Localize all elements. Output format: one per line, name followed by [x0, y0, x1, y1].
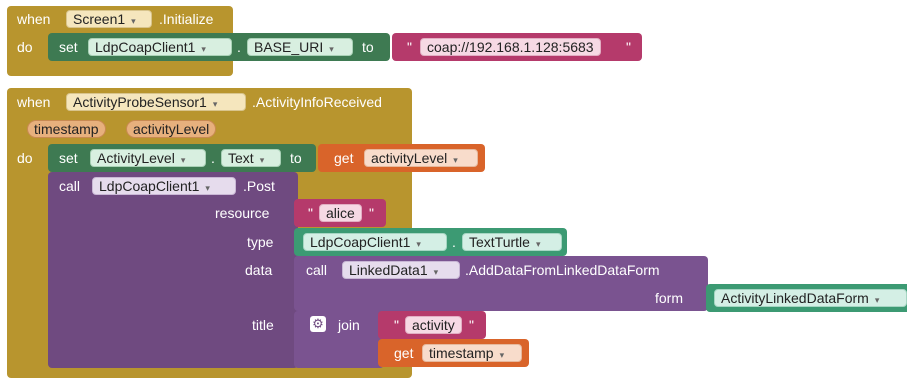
dot-label: .	[237, 39, 241, 55]
activitylinkeddataform-dropdown[interactable]: ActivityLinkedDataForm ▾	[714, 289, 907, 307]
chevron-down-icon: ▾	[212, 99, 218, 109]
linkeddata1-dropdown[interactable]: LinkedData1 ▾	[342, 261, 460, 279]
base-uri-dropdown[interactable]: BASE_URI ▾	[247, 38, 353, 56]
textturtle-label: TextTurtle	[469, 234, 530, 250]
chevron-down-icon: ▾	[329, 44, 334, 54]
title-quote-open: "	[394, 317, 399, 333]
chevron-down-icon: ▾	[131, 16, 136, 26]
screen1-label: Screen1	[73, 11, 126, 27]
param-timestamp[interactable]: timestamp	[27, 120, 106, 138]
activitylinkeddataform-label: ActivityLinkedDataForm	[721, 290, 869, 306]
chevron-down-icon: ▾	[205, 183, 210, 193]
arg-data-label: data	[245, 262, 273, 278]
get-keyword: get	[334, 150, 354, 166]
ldpcoapclient1-call-label: LdpCoapClient1	[99, 178, 200, 194]
linkeddata1-label: LinkedData1	[349, 262, 428, 278]
dot-label-2: .	[211, 150, 215, 166]
title-quote-close: "	[469, 317, 474, 333]
call-keyword: call	[59, 178, 81, 194]
set-keyword: set	[59, 39, 78, 55]
chevron-down-icon: ▾	[874, 295, 880, 305]
activityprobesensor1-label: ActivityProbeSensor1	[73, 94, 207, 110]
activityprobesensor1-dropdown[interactable]: ActivityProbeSensor1 ▾	[66, 93, 246, 111]
activity-info-received-label: .ActivityInfoReceived	[252, 94, 382, 110]
to-keyword-2: to	[290, 150, 302, 166]
chevron-down-icon: ▾	[535, 239, 541, 249]
type-component-label: LdpCoapClient1	[310, 234, 411, 250]
chevron-down-icon: ▾	[201, 44, 206, 54]
ldpcoapclient1-label: LdpCoapClient1	[95, 39, 196, 55]
form-arg-label: form	[655, 290, 683, 306]
base-uri-label: BASE_URI	[254, 39, 324, 55]
arg-resource-label: resource	[215, 205, 270, 221]
post-method-label: .Post	[243, 178, 275, 194]
chevron-down-icon: ▾	[259, 155, 265, 165]
add-data-method-label: .AddDataFromLinkedDataForm	[465, 262, 660, 278]
chevron-down-icon: ▾	[453, 155, 458, 165]
textturtle-dropdown[interactable]: TextTurtle ▾	[462, 233, 562, 251]
resource-quote-close: "	[369, 205, 374, 221]
quote-close: "	[626, 39, 631, 55]
do-keyword-2: do	[17, 150, 33, 166]
type-dot-label: .	[452, 234, 456, 250]
text-property-dropdown[interactable]: Text ▾	[221, 149, 281, 167]
quote-open: "	[407, 39, 412, 55]
chevron-down-icon: ▾	[433, 267, 439, 277]
to-keyword: to	[362, 39, 374, 55]
activitylevel-var-dropdown[interactable]: activityLevel ▾	[364, 149, 478, 167]
activitylevel-var-label: activityLevel	[371, 150, 448, 166]
activitylevel-dropdown[interactable]: ActivityLevel ▾	[90, 149, 206, 167]
when-keyword-2: when	[17, 94, 51, 110]
chevron-down-icon: ▾	[416, 239, 421, 249]
timestamp-var-label: timestamp	[429, 345, 494, 361]
param-activity-level[interactable]: activityLevel	[126, 120, 217, 138]
do-keyword: do	[17, 39, 33, 55]
resource-value[interactable]: alice	[319, 204, 362, 222]
chevron-down-icon: ▾	[180, 155, 186, 165]
type-component-dropdown[interactable]: LdpCoapClient1 ▾	[303, 233, 447, 251]
resource-quote-open: "	[308, 205, 313, 221]
when-keyword: when	[17, 11, 51, 27]
initialize-event-label: .Initialize	[159, 11, 214, 27]
arg-title-label: title	[252, 317, 274, 333]
chevron-down-icon: ▾	[499, 350, 505, 360]
title-text-value[interactable]: activity	[405, 316, 462, 334]
base-uri-value[interactable]: coap://192.168.1.128:5683	[420, 38, 601, 56]
ldpcoapclient1-call-dropdown[interactable]: LdpCoapClient1 ▾	[92, 177, 236, 195]
activitylevel-component-label: ActivityLevel	[97, 150, 175, 166]
arg-type-label: type	[247, 234, 274, 250]
ldpcoapclient1-dropdown[interactable]: LdpCoapClient1 ▾	[88, 38, 232, 56]
text-property-label: Text	[228, 150, 254, 166]
set-keyword-2: set	[59, 150, 78, 166]
gear-icon[interactable]: ⚙	[310, 316, 326, 332]
screen1-dropdown[interactable]: Screen1 ▾	[66, 10, 152, 28]
timestamp-var-dropdown[interactable]: timestamp ▾	[422, 344, 522, 362]
title-get-keyword: get	[394, 345, 414, 361]
data-call-keyword: call	[306, 262, 328, 278]
join-keyword: join	[338, 317, 360, 333]
